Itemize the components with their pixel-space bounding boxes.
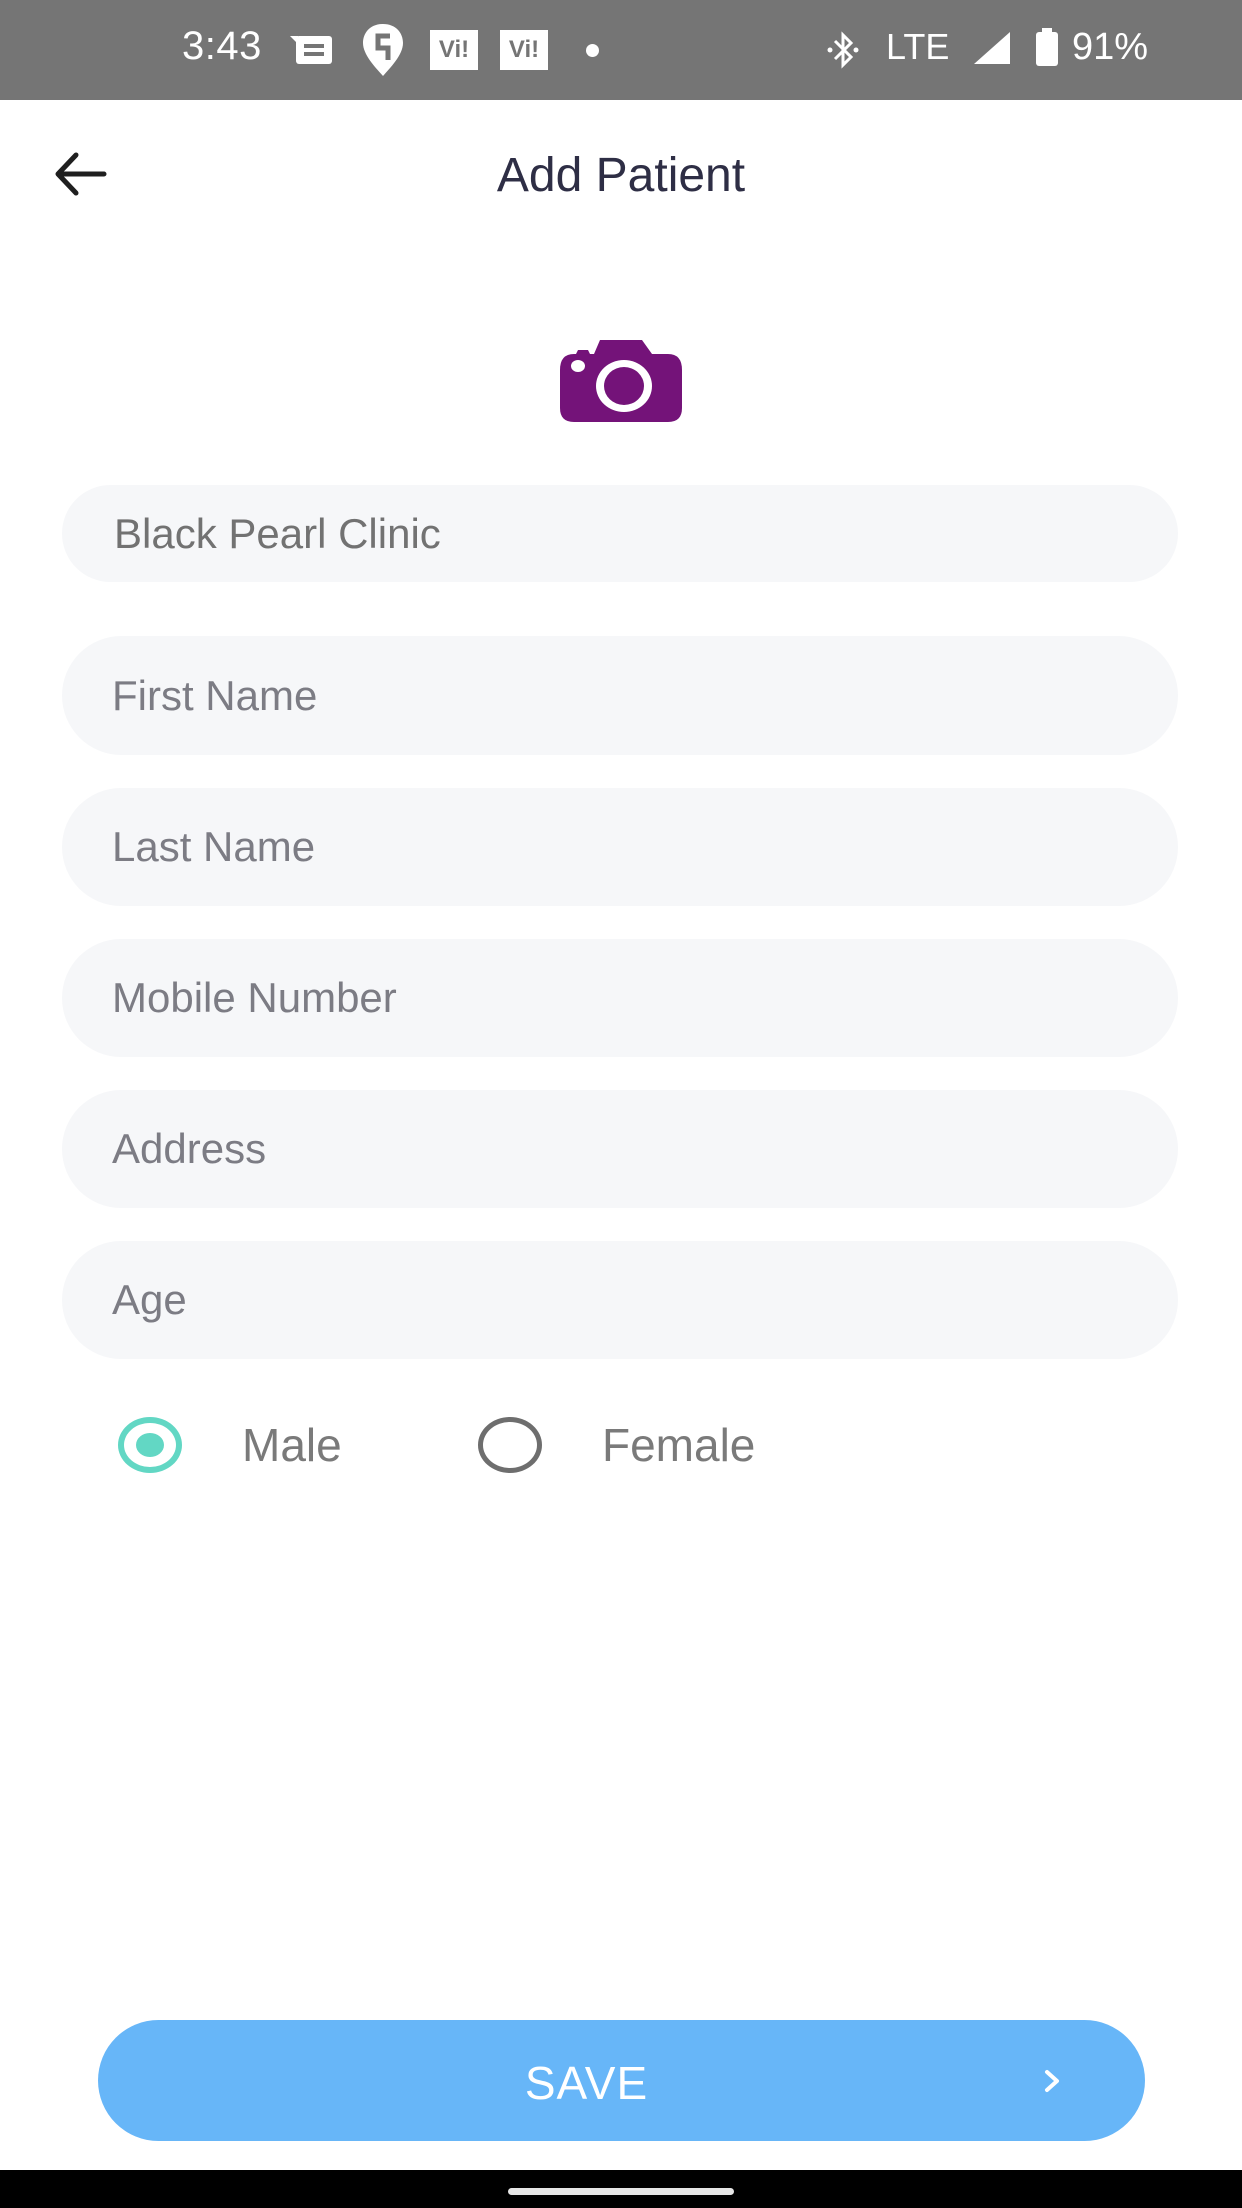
gender-radio-group: Male Female: [0, 1400, 1242, 1490]
save-button-label: SAVE: [524, 2057, 649, 2109]
gender-label-male: Male: [242, 1419, 342, 1471]
age-field[interactable]: [62, 1241, 1178, 1359]
vi-icon: Vi!: [430, 30, 478, 70]
last-name-field[interactable]: [62, 788, 1178, 906]
gender-radio-female[interactable]: Female: [478, 1400, 755, 1490]
address-field[interactable]: [62, 1090, 1178, 1208]
bluetooth-icon: [826, 30, 860, 70]
gender-label-female: Female: [602, 1419, 756, 1471]
first-name-field[interactable]: [62, 636, 1178, 755]
notification-dot-icon: [586, 44, 599, 57]
status-time: 3:43: [182, 24, 262, 68]
home-indicator[interactable]: [508, 2188, 734, 2195]
gender-radio-male[interactable]: Male: [118, 1400, 342, 1490]
chevron-right-icon: [1045, 2070, 1059, 2092]
save-button[interactable]: SAVE: [98, 2020, 1145, 2141]
system-navigation-bar: [0, 2170, 1242, 2208]
radio-unchecked-icon[interactable]: [478, 1417, 542, 1473]
app-header: Add Patient: [0, 100, 1242, 250]
message-icon: [290, 36, 332, 64]
battery-icon: [1036, 28, 1058, 66]
radio-checked-icon[interactable]: [118, 1417, 182, 1473]
mobile-number-field[interactable]: [62, 939, 1178, 1057]
battery-percentage: 91%: [1072, 26, 1149, 68]
clinic-field[interactable]: [62, 485, 1178, 582]
signal-icon: [974, 32, 1010, 64]
network-type: LTE: [886, 26, 950, 67]
status-bar: 3:43 Vi! Vi! LTE 91%: [0, 0, 1242, 100]
swiggy-icon: [360, 22, 406, 78]
page-title: Add Patient: [496, 149, 746, 202]
add-photo-button[interactable]: [556, 336, 686, 426]
vi-icon: Vi!: [500, 30, 548, 70]
camera-icon: [560, 340, 682, 422]
